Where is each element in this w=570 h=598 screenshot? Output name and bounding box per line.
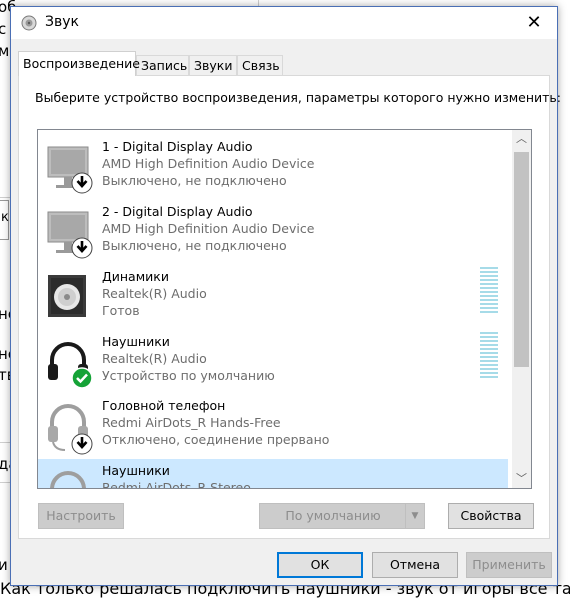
- background-divider: [0, 197, 10, 198]
- device-list: 1 - Digital Display Audio AMD High Defin…: [37, 129, 532, 489]
- device-description: Realtek(R) Audio: [102, 286, 207, 301]
- device-name: Наушники: [102, 334, 170, 349]
- volume-level-meter: [480, 267, 498, 315]
- device-name: Головной телефон: [102, 398, 226, 413]
- device-item-headphones-airdots[interactable]: Наушники Redmi AirDots_R Stereo: [38, 459, 508, 489]
- monitor-icon: [47, 211, 93, 259]
- volume-level-meter: [480, 332, 498, 380]
- ok-button[interactable]: ОК: [277, 552, 363, 578]
- device-description: AMD High Definition Audio Device: [102, 156, 315, 171]
- properties-button[interactable]: Свойства: [448, 503, 534, 529]
- device-item-headset[interactable]: Головной телефон Redmi AirDots_R Hands-F…: [38, 394, 508, 458]
- device-status: Готов: [102, 303, 140, 318]
- scroll-up-icon[interactable]: ︿: [512, 130, 531, 148]
- device-description: AMD High Definition Audio Device: [102, 221, 315, 236]
- device-status: Отключено, соединение прервано: [102, 432, 330, 447]
- close-button[interactable]: ✕: [511, 7, 557, 39]
- device-item-speakers[interactable]: Динамики Realtek(R) Audio Готов: [38, 265, 508, 329]
- device-list-scrollbar[interactable]: ︿ ﹀: [512, 130, 531, 488]
- configure-button[interactable]: Настроить: [38, 503, 124, 529]
- background-divider: [0, 482, 10, 483]
- background-text-i: и: [0, 556, 8, 574]
- headphones-icon: [48, 342, 93, 389]
- set-default-label: По умолчанию: [285, 508, 381, 523]
- device-description: Redmi AirDots_R Hands-Free: [102, 415, 281, 430]
- disabled-badge-icon: [71, 433, 93, 455]
- device-item-headphones-realtek[interactable]: Наушники Realtek(R) Audio Устройство по …: [38, 330, 508, 394]
- device-item-digital-audio-2[interactable]: 2 - Digital Display Audio AMD High Defin…: [38, 200, 508, 264]
- scroll-down-icon[interactable]: ﹀: [512, 470, 531, 488]
- window-title: Звук: [45, 14, 79, 30]
- device-status: Устройство по умолчанию: [102, 368, 275, 383]
- tab-recording[interactable]: Запись: [136, 55, 189, 75]
- disabled-badge-icon: [71, 172, 93, 194]
- playback-panel: Выберите устройство воспроизведения, пар…: [18, 75, 561, 539]
- device-name: 1 - Digital Display Audio: [102, 139, 253, 154]
- chevron-down-icon[interactable]: ▼: [405, 504, 424, 528]
- cancel-button[interactable]: Отмена: [372, 552, 458, 578]
- background-text-2: с: [0, 20, 7, 38]
- tab-communications[interactable]: Связь: [237, 55, 283, 75]
- device-description: Redmi AirDots_R Stereo: [102, 480, 251, 489]
- sound-dialog: Звук ✕ Воспроизведение Запись Звуки Связ…: [10, 6, 561, 586]
- device-status: Выключено, не подключено: [102, 238, 287, 253]
- device-name: 2 - Digital Display Audio: [102, 204, 253, 219]
- tab-sounds[interactable]: Звуки: [189, 55, 237, 75]
- instruction-text: Выберите устройство воспроизведения, пар…: [35, 90, 561, 105]
- speaker-icon: [48, 275, 86, 317]
- title-bar[interactable]: Звук ✕: [11, 7, 557, 39]
- monitor-icon: [47, 146, 93, 194]
- default-check-badge-icon: [71, 367, 93, 389]
- scrollbar-thumb[interactable]: [514, 152, 529, 367]
- speaker-app-icon: [21, 15, 37, 31]
- device-status: Выключено, не подключено: [102, 173, 287, 188]
- headphones-icon: [50, 471, 86, 488]
- headset-icon: [48, 404, 93, 455]
- background-text-k: к: [1, 210, 9, 225]
- device-name: Динамики: [102, 269, 169, 284]
- background-divider: [0, 442, 10, 443]
- set-default-button[interactable]: По умолчанию ▼: [259, 503, 425, 529]
- device-name: Наушники: [102, 463, 170, 478]
- device-description: Realtek(R) Audio: [102, 351, 207, 366]
- device-item-digital-audio-1[interactable]: 1 - Digital Display Audio AMD High Defin…: [38, 135, 508, 199]
- disabled-badge-icon: [71, 237, 93, 259]
- apply-button[interactable]: Применить: [466, 552, 552, 578]
- background-text-3: м: [0, 42, 10, 60]
- tab-playback[interactable]: Воспроизведение: [18, 51, 140, 76]
